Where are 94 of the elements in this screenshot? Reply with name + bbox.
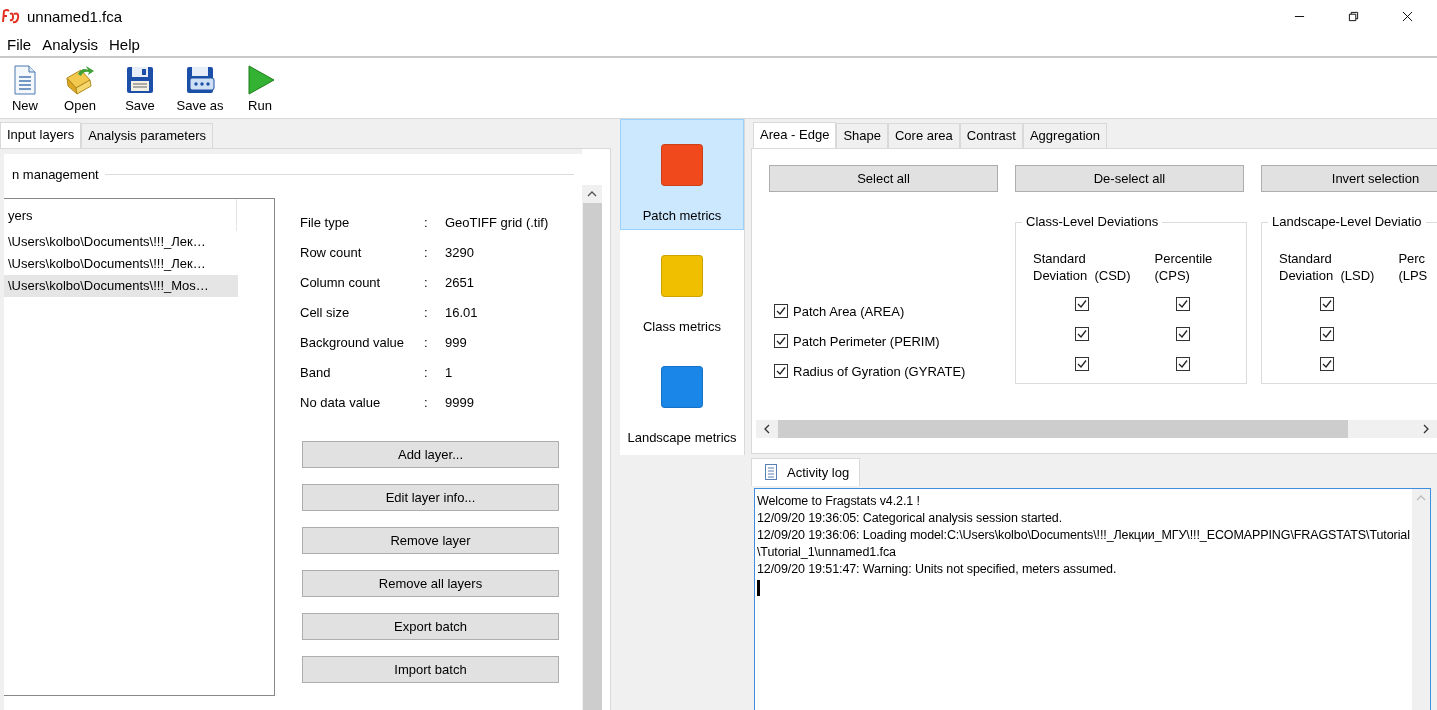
tab[interactable]: Analysis parameters — [81, 123, 213, 148]
property-label: File type — [300, 214, 351, 230]
column-header: Perc (LPS — [1398, 250, 1428, 285]
action-button[interactable]: Import batch — [302, 656, 559, 683]
colon-separator: : — [424, 394, 429, 410]
list-document-icon — [764, 464, 778, 480]
metric-label: Patch Perimeter (PERIM) — [793, 333, 940, 349]
action-button[interactable]: Remove all layers — [302, 570, 559, 597]
log-line: 12/09/20 19:51:47: Warning: Units not specified, meters assumed. — [757, 561, 1118, 578]
checkbox[interactable] — [1074, 327, 1089, 341]
tab[interactable]: Shape — [836, 123, 888, 148]
action-button[interactable]: Invert selection — [1261, 165, 1437, 192]
property-value: 3290 — [445, 244, 474, 260]
metric-group-item[interactable]: Patch metrics — [620, 119, 744, 230]
checkbox[interactable] — [774, 304, 788, 318]
column-header[interactable]: yers — [8, 207, 33, 223]
activity-log-tab[interactable]: Activity log — [751, 458, 861, 486]
colon-separator: : — [424, 304, 429, 320]
group-title: Class-Level Deviations — [1022, 214, 1163, 229]
scroll-right-icon[interactable] — [1423, 424, 1429, 434]
log-area[interactable] — [754, 488, 1431, 710]
tab[interactable]: Input layers — [0, 122, 82, 149]
action-button[interactable]: Remove layer — [302, 527, 559, 554]
checkbox[interactable] — [1319, 297, 1334, 311]
checkbox[interactable] — [1176, 297, 1191, 311]
tab[interactable]: Core area — [887, 123, 960, 148]
colon-separator: : — [424, 274, 429, 290]
scrollbar[interactable] — [756, 420, 1437, 438]
checkbox[interactable] — [1319, 327, 1334, 341]
property-label: Background value — [300, 334, 406, 350]
tab[interactable]: Contrast — [959, 123, 1023, 148]
text-cursor — [757, 580, 760, 596]
menu-item[interactable]: Analysis — [42, 35, 99, 53]
toolbar-button[interactable]: New — [0, 63, 50, 113]
restore-icon[interactable] — [1348, 10, 1359, 22]
property-label: No data value — [300, 394, 382, 410]
column-header: Percentile (CPS) — [1154, 250, 1213, 285]
checkbox[interactable] — [1074, 297, 1089, 311]
colon-separator: : — [424, 364, 429, 380]
layer-row[interactable]: \Users\kolbo\Documents\!!!_Mos… — [4, 275, 238, 297]
action-button[interactable]: Export batch — [302, 613, 559, 640]
log-line: Welcome to Fragstats v4.2.1 ! — [757, 493, 921, 510]
metric-group-item[interactable]: Landscape metrics — [620, 341, 744, 452]
metric-group-item[interactable]: Class metrics — [620, 230, 744, 341]
metric-label: Patch Area (AREA) — [793, 303, 905, 319]
checkbox[interactable] — [1176, 327, 1191, 341]
toolbar-button[interactable]: Save as — [170, 63, 230, 113]
property-value: 1 — [445, 364, 453, 380]
property-label: Cell size — [300, 304, 351, 320]
colon-separator: : — [424, 214, 429, 230]
layer-row[interactable]: \Users\kolbo\Documents\!!!_Лек… — [4, 253, 238, 275]
window-title: unnamed1.fca — [27, 7, 123, 25]
log-line: \Tutorial_1\unnamed1.fca — [757, 544, 897, 561]
menu-item[interactable]: Help — [109, 35, 140, 53]
property-value: 16.01 — [445, 304, 478, 320]
action-button[interactable]: Select all — [769, 165, 998, 192]
checkbox[interactable] — [774, 364, 788, 378]
checkbox[interactable] — [1176, 357, 1191, 371]
scroll-up-icon[interactable] — [587, 191, 597, 197]
metric-label: Radius of Gyration (GYRATE) — [793, 363, 966, 379]
scroll-thumb[interactable] — [778, 420, 1348, 438]
colon-separator: : — [424, 244, 429, 260]
action-button[interactable]: Edit layer info... — [302, 484, 559, 511]
log-line: 12/09/20 19:36:06: Loading model:C:\Users\kolbo\Documents\!!!_Лекции_МГУ\!!!_ECOMAPPING\FRAGSTATS\Tutorial — [757, 527, 1410, 544]
column-header: Standard Deviation (LSD) — [1279, 250, 1375, 285]
scrollbar[interactable] — [1412, 489, 1430, 710]
app-logo-icon — [1, 8, 21, 24]
group-title: Landscape-Level Deviatio — [1268, 214, 1426, 229]
menu-item[interactable]: File — [7, 35, 32, 53]
scroll-left-icon[interactable] — [764, 424, 770, 434]
toolbar-button[interactable]: Open — [50, 63, 110, 113]
property-value: GeoTIFF grid (.tif) — [445, 214, 549, 230]
checkbox[interactable] — [1319, 357, 1334, 371]
property-label: Column count — [300, 274, 382, 290]
action-button[interactable]: De-select all — [1015, 165, 1244, 192]
folder-icon — [64, 63, 96, 96]
toolbar-button[interactable]: Save — [110, 63, 170, 113]
column-header: Standard Deviation (CSD) — [1033, 250, 1131, 285]
checkbox[interactable] — [774, 334, 788, 348]
property-value: 999 — [445, 334, 467, 350]
layer-row[interactable]: \Users\kolbo\Documents\!!!_Лек… — [4, 231, 238, 253]
checkbox[interactable] — [1074, 357, 1089, 371]
close-icon[interactable] — [1402, 10, 1413, 22]
tab[interactable]: Aggregation — [1022, 123, 1108, 148]
action-button[interactable]: Add layer... — [302, 441, 559, 468]
log-line: 12/09/20 19:36:05: Categorical analysis session started. — [757, 510, 1063, 527]
colon-separator: : — [424, 334, 429, 350]
property-label: Row count — [300, 244, 363, 260]
toolbar-button[interactable]: Run — [230, 63, 290, 113]
property-label: Band — [300, 364, 332, 380]
property-value: 9999 — [445, 394, 474, 410]
group-title: n management — [12, 167, 99, 182]
property-value: 2651 — [445, 274, 474, 290]
tab[interactable]: Area - Edge — [753, 122, 837, 149]
